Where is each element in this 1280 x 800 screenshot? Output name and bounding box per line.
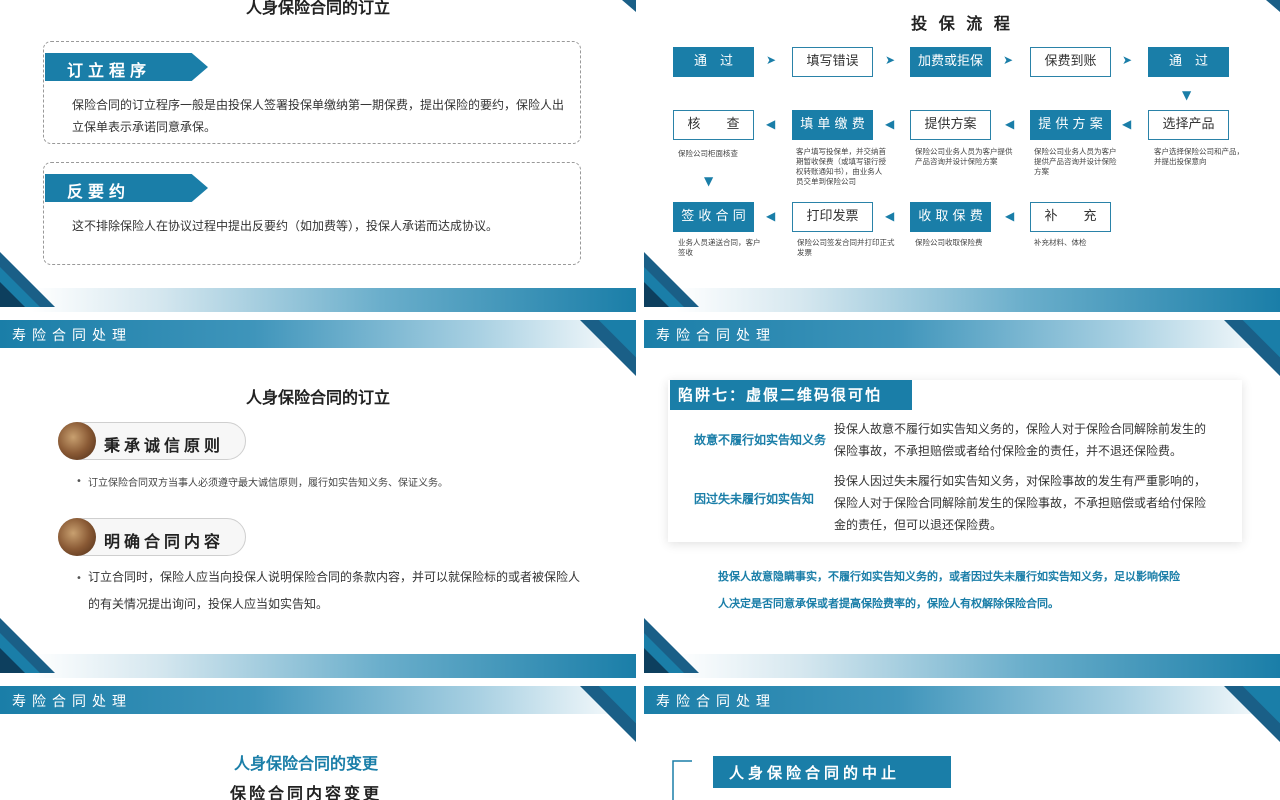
slide3-title: 人身保险合同的订立 xyxy=(245,388,390,407)
trap-row2-label: 因过失未履行如实告知 xyxy=(694,492,815,506)
arrow-right-icon: ➤ xyxy=(766,53,777,67)
flow-pass-1: 通 过 xyxy=(673,47,754,77)
procedure-text-line2: 立保单表示承诺同意承保。 xyxy=(72,120,217,134)
arrow-right-icon: ➤ xyxy=(1122,53,1133,67)
slide-contract-suspension: 寿险合同处理 人身保险合同的中止 xyxy=(644,686,1280,800)
trap-row1-text2: 保险事故，不承担赔偿或者给付保险金的责任，并不退还保险费。 xyxy=(834,444,1183,458)
arrow-left-icon: ◀ xyxy=(1122,117,1132,131)
flow-supplement: 补 充 xyxy=(1030,202,1111,232)
counter-offer-text: 这不排除保险人在协议过程中提出反要约（如加费等），投保人承诺而达成协议。 xyxy=(72,219,499,233)
slide5-title: 人身保险合同的变更 xyxy=(233,754,378,773)
footer-bar xyxy=(644,288,1280,312)
header-text: 寿险合同处理 xyxy=(656,694,776,710)
counter-offer-tag: 反要约 xyxy=(45,174,208,202)
flow-desc: 保险公司业务人员为客户提供产品咨询并设计保险方案 xyxy=(1034,147,1117,176)
coin-icon xyxy=(58,422,96,460)
arrow-down-icon: ▼ xyxy=(1182,88,1192,102)
flow-collect-premium: 收 取 保 费 xyxy=(910,202,991,232)
flow-pass-2: 通 过 xyxy=(1148,47,1229,77)
corner-decoration xyxy=(644,252,699,307)
trap-row2-text1: 投保人因过失未履行如实告知义务，对保险事故的发生有严重影响的， xyxy=(834,474,1207,488)
footer-bar xyxy=(0,654,636,678)
corner-decoration xyxy=(580,686,636,742)
slide2-title: 投 保 流 程 xyxy=(911,14,1013,33)
flow-desc: 补充材料、体检 xyxy=(1034,238,1087,247)
flow-desc: 保险公司业务人员为客户提供产品咨询并设计保险方案 xyxy=(915,147,1013,166)
arrow-left-icon: ◀ xyxy=(885,117,895,131)
header-text: 寿险合同处理 xyxy=(12,328,132,344)
arrow-right-icon: ➤ xyxy=(1003,53,1014,67)
bullet-icon: • xyxy=(76,573,82,584)
suspension-tag: 人身保险合同的中止 xyxy=(713,756,951,788)
trap-footer-line2: 人决定是否同意承保或者提高保险费率的，保险人有权解除保险合同。 xyxy=(718,597,1059,610)
trap-footer-line1: 投保人故意隐瞒事实，不履行如实告知义务的，或者因过失未履行如实告知义务，足以影响… xyxy=(718,570,1180,583)
trap-row1-text1: 投保人故意不履行如实告知义务的，保险人对于保险合同解除前发生的 xyxy=(834,422,1207,436)
slide1-title: 人身保险合同的订立 xyxy=(245,0,390,17)
flow-provide-plan-1: 提供方案 xyxy=(910,110,991,140)
trap-row2-text2: 保险人对于保险合同解除前发生的保险事故，不承担赔偿或者给付保险 xyxy=(834,496,1207,510)
footer-bar xyxy=(0,288,636,312)
flow-fill-error: 填写错误 xyxy=(792,47,873,77)
procedure-tag: 订立程序 xyxy=(45,53,208,81)
corner-decoration xyxy=(0,252,55,307)
content-bullet-line2: 的有关情况提出询问，投保人应当如实告知。 xyxy=(88,597,329,611)
bullet-icon: • xyxy=(76,476,82,487)
footer-bar xyxy=(644,654,1280,678)
coin-icon xyxy=(58,518,96,556)
flow-desc: 客户选择保险公司和产品，并提出投保意向 xyxy=(1154,147,1244,166)
corner-decoration xyxy=(0,618,55,673)
slide-application-flow: 投 保 流 程 通 过 ➤ 填写错误 ➤ 加费或拒保 ➤ 保费到账 ➤ 通 过 … xyxy=(644,0,1280,312)
flow-choose-product: 选择产品 xyxy=(1148,110,1229,140)
flow-surcharge-reject: 加费或拒保 xyxy=(910,47,991,77)
corner-decoration xyxy=(1224,686,1280,742)
flow-desc: 保险公司签发合同并打印正式发票 xyxy=(797,238,895,257)
bracket-decoration xyxy=(672,760,692,800)
flow-premium-received: 保费到账 xyxy=(1030,47,1111,77)
flow-fill-pay: 填 单 缴 费 xyxy=(792,110,873,140)
slide-integrity: 寿险合同处理 人身保险合同的订立 秉承诚信原则 • 订立保险合同双方当事人必须遵… xyxy=(0,320,636,678)
trap-row1-label: 故意不履行如实告知义务 xyxy=(694,433,827,447)
flow-desc: 保险公司收取保险费 xyxy=(915,238,983,247)
arrow-down-icon: ▼ xyxy=(704,174,714,188)
trap-row2-text3: 金的责任，但可以退还保险费。 xyxy=(834,518,1003,532)
corner-decoration xyxy=(1224,320,1280,376)
procedure-text-line1: 保险合同的订立程序一般是由投保人签署投保单缴纳第一期保费，提出保险的要约，保险人… xyxy=(72,98,565,112)
arrow-left-icon: ◀ xyxy=(766,209,776,223)
corner-decoration xyxy=(580,320,636,376)
slide-contract-change: 寿险合同处理 人身保险合同的变更 保险合同内容变更 xyxy=(0,686,636,800)
flow-sign-contract: 签 收 合 同 xyxy=(673,202,754,232)
content-label: 明确合同内容 xyxy=(104,532,225,551)
arrow-right-icon: ➤ xyxy=(885,53,896,67)
corner-decoration xyxy=(1266,0,1280,12)
integrity-bullet: 订立保险合同双方当事人必须遵守最大诚信原则，履行如实告知义务、保证义务。 xyxy=(88,478,448,489)
header-text: 寿险合同处理 xyxy=(12,694,132,710)
integrity-label: 秉承诚信原则 xyxy=(104,436,225,455)
slide5-subtitle: 保险合同内容变更 xyxy=(229,784,382,800)
content-bullet-line1: 订立合同时，保险人应当向投保人说明保险合同的条款内容，并可以就保险标的或者被保险… xyxy=(88,570,581,584)
header-text: 寿险合同处理 xyxy=(656,328,776,344)
arrow-left-icon: ◀ xyxy=(1005,117,1015,131)
flow-verify: 核 查 xyxy=(673,110,754,140)
slide-contract-signing: 人身保险合同的订立 订立程序 保险合同的订立程序一般是由投保人签署投保单缴纳第一… xyxy=(0,0,636,312)
arrow-left-icon: ◀ xyxy=(766,117,776,131)
arrow-left-icon: ◀ xyxy=(1005,209,1015,223)
flow-desc: 保险公司柜面核查 xyxy=(678,149,738,158)
trap-card-title: 陷阱七：虚假二维码很可怕 xyxy=(670,380,912,410)
arrow-left-icon: ◀ xyxy=(885,209,895,223)
flow-desc: 客户填写投保单，并交纳首期暂收保费（或填写银行授权转账通知书），由业务人员交单到… xyxy=(796,147,886,186)
corner-decoration xyxy=(622,0,636,12)
corner-decoration xyxy=(644,618,699,673)
flow-print-invoice: 打印发票 xyxy=(792,202,873,232)
flow-provide-plan-2: 提 供 方 案 xyxy=(1030,110,1111,140)
